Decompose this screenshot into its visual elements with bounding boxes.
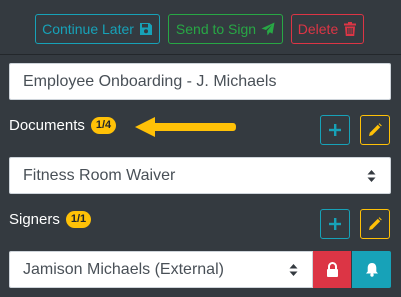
edit-document-button[interactable] (360, 115, 390, 145)
lock-signer-button[interactable] (313, 251, 351, 288)
plus-icon (329, 218, 341, 230)
lock-icon (326, 262, 338, 277)
toolbar: Continue Later Send to Sign Delete (0, 0, 401, 55)
add-document-button[interactable] (320, 115, 350, 145)
delete-label: Delete (297, 21, 339, 37)
pencil-icon (369, 123, 382, 136)
save-icon (139, 23, 152, 35)
envelope-panel: Continue Later Send to Sign Delete Emplo… (0, 0, 401, 297)
sort-caret-icon (367, 170, 376, 182)
signer-select[interactable]: Jamison Michaels (External) (9, 251, 313, 288)
send-to-sign-button[interactable]: Send to Sign (168, 14, 283, 44)
signers-header: Signers 1/1 (9, 211, 92, 228)
document-select[interactable]: Fitness Room Waiver (9, 157, 391, 194)
pencil-icon (369, 217, 382, 230)
signers-count-badge: 1/1 (65, 211, 92, 228)
edit-signer-button[interactable] (360, 209, 390, 239)
signer-select-value: Jamison Michaels (External) (23, 260, 224, 278)
arrow-left-icon (135, 117, 236, 137)
plus-icon (329, 124, 341, 136)
sort-caret-icon (289, 264, 298, 276)
add-signer-button[interactable] (320, 209, 350, 239)
continue-later-button[interactable]: Continue Later (35, 14, 160, 44)
envelope-title-input[interactable]: Employee Onboarding - J. Michaels (9, 63, 391, 100)
document-select-value: Fitness Room Waiver (23, 166, 176, 184)
send-to-sign-label: Send to Sign (175, 21, 257, 37)
paper-plane-icon (261, 22, 275, 36)
trash-icon (344, 22, 357, 36)
continue-later-label: Continue Later (42, 21, 134, 37)
envelope-title-value: Employee Onboarding - J. Michaels (23, 72, 277, 90)
documents-label: Documents (9, 117, 85, 134)
documents-header: Documents 1/4 (9, 117, 117, 134)
signers-label: Signers (9, 211, 60, 228)
notify-signer-button[interactable] (352, 251, 391, 288)
bell-icon (365, 263, 378, 277)
delete-button[interactable]: Delete (291, 14, 364, 44)
documents-count-badge: 1/4 (90, 117, 117, 134)
